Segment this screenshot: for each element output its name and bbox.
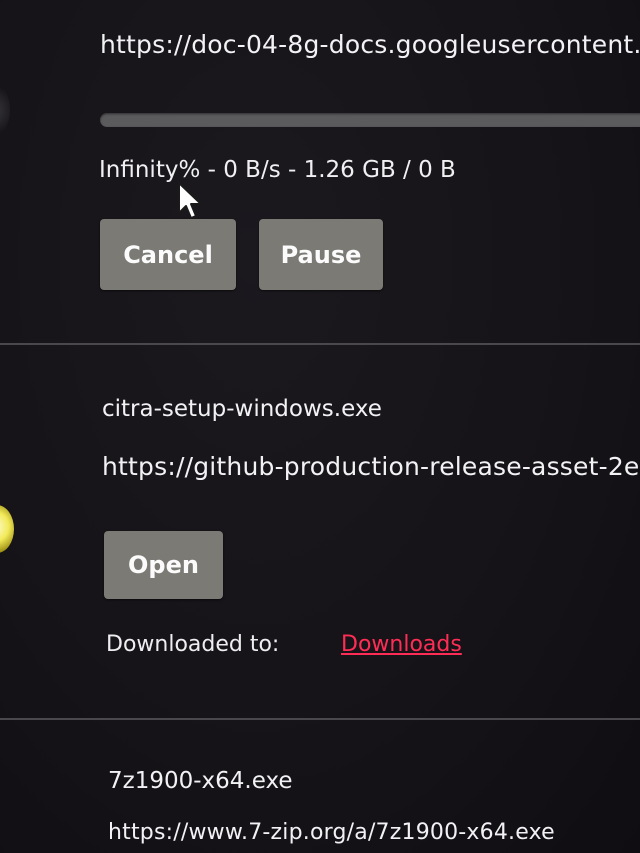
download-url: https://doc-04-8g-docs.googleusercontent… xyxy=(100,30,640,59)
download-filename: 7z1900-x64.exe xyxy=(108,768,293,794)
download-progress-bar xyxy=(100,113,640,127)
download-url: https://www.7-zip.org/a/7z1900-x64.exe xyxy=(108,820,555,845)
pause-button[interactable]: Pause xyxy=(259,219,383,290)
item-divider xyxy=(0,718,640,720)
mouse-cursor-icon xyxy=(178,182,202,219)
downloads-panel: https://doc-04-8g-docs.googleusercontent… xyxy=(0,0,640,853)
download-status: Infinity% - 0 B/s - 1.26 GB / 0 B xyxy=(99,157,456,183)
open-button[interactable]: Open xyxy=(104,531,223,599)
downloads-folder-link[interactable]: Downloads xyxy=(341,632,462,657)
cancel-button[interactable]: Cancel xyxy=(100,219,236,290)
downloaded-to-label: Downloaded to: xyxy=(106,632,280,657)
download-url: https://github-production-release-asset-… xyxy=(102,452,640,481)
side-indicator-icon xyxy=(0,505,14,553)
item-divider xyxy=(0,343,640,345)
screen-glare xyxy=(0,80,10,140)
download-filename: citra-setup-windows.exe xyxy=(102,396,382,422)
